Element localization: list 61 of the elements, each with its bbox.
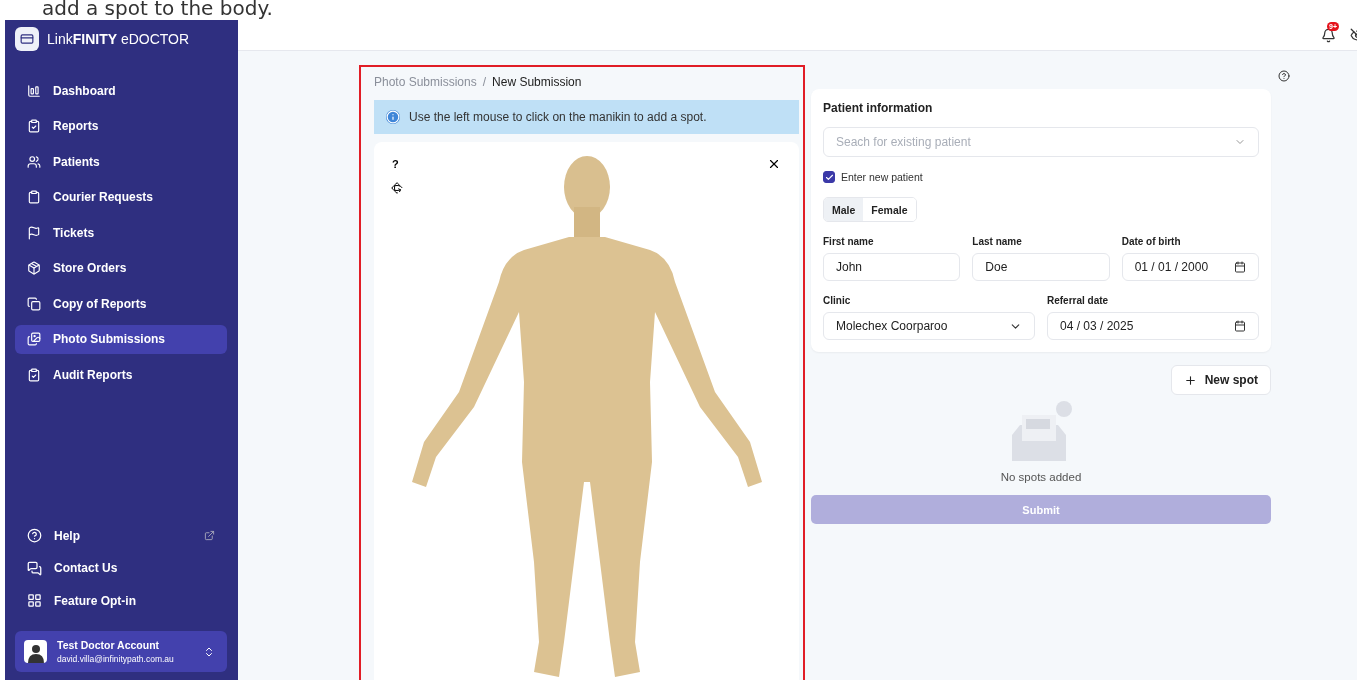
checkbox-label: Enter new patient bbox=[841, 171, 923, 183]
nav-item[interactable]: Contact Us bbox=[15, 555, 227, 581]
clipboard-check-icon bbox=[27, 367, 41, 382]
users-icon bbox=[27, 154, 41, 169]
rotate-icon[interactable] bbox=[391, 182, 403, 194]
copy-icon bbox=[27, 296, 41, 311]
field-label: Referral date bbox=[1047, 295, 1110, 306]
field-label: First name bbox=[823, 236, 875, 247]
logo-text: LinkFINITY eDOCTOR bbox=[47, 31, 190, 47]
avatar-silhouette bbox=[24, 640, 47, 663]
select-field[interactable]: Molechex Coorparoo bbox=[823, 312, 1035, 340]
nav-item[interactable]: Tickets bbox=[15, 218, 227, 247]
nav-item[interactable]: Feature Opt-in bbox=[15, 587, 227, 614]
nav-item[interactable]: Help bbox=[15, 522, 227, 549]
nav-item[interactable]: Copy of Reports bbox=[15, 289, 227, 318]
nav-item[interactable]: Courier Requests bbox=[15, 182, 227, 212]
field-label: Clinic bbox=[823, 295, 852, 306]
nav-item[interactable]: Store Orders bbox=[15, 253, 227, 283]
info-text: Use the left mouse to click on the manikin to add a spot. bbox=[409, 110, 707, 124]
images-icon bbox=[27, 332, 41, 346]
date-field[interactable]: 01 / 01 / 2000 bbox=[1121, 253, 1259, 281]
checkbox[interactable] bbox=[823, 171, 835, 183]
info-icon bbox=[386, 110, 400, 124]
help-icon bbox=[27, 528, 42, 543]
new-spot-button[interactable]: New spot bbox=[1170, 365, 1271, 395]
help-icon[interactable] bbox=[1278, 70, 1290, 82]
account-name: Test Doctor Account bbox=[57, 639, 161, 651]
breadcrumb-separator: / bbox=[482, 75, 487, 89]
logo-icon bbox=[15, 27, 39, 51]
bar-chart-icon bbox=[27, 83, 41, 98]
grid-icon bbox=[27, 593, 42, 608]
plus-icon bbox=[1183, 373, 1197, 387]
clipboard-check-icon bbox=[27, 119, 41, 133]
field-label: Last name bbox=[972, 236, 1023, 247]
close-button[interactable] bbox=[767, 157, 781, 171]
caption-text: add a spot to the body. bbox=[41, 0, 274, 20]
sex-toggle[interactable]: Male bbox=[824, 198, 864, 221]
input-field[interactable]: Doe bbox=[972, 253, 1110, 281]
chat-icon bbox=[27, 560, 42, 576]
calendar-icon[interactable] bbox=[1234, 320, 1246, 332]
package-icon bbox=[27, 261, 41, 275]
external-link-icon bbox=[204, 530, 215, 541]
empty-state-text: No spots added bbox=[1000, 471, 1082, 483]
nav-item[interactable]: Dashboard bbox=[15, 76, 227, 105]
calendar-icon[interactable] bbox=[1234, 261, 1246, 273]
nav-item[interactable]: Patients bbox=[15, 147, 227, 176]
clipboard-icon bbox=[27, 190, 41, 204]
nav-item[interactable]: Audit Reports bbox=[15, 360, 227, 389]
nav-item[interactable]: Photo Submissions bbox=[15, 324, 227, 354]
account-switcher[interactable]: Test Doctor Account david.villa@infinitypath.com.au bbox=[15, 631, 227, 672]
flag-icon bbox=[27, 225, 41, 240]
date-field[interactable]: 04 / 03 / 2025 bbox=[1047, 312, 1259, 340]
help-button[interactable]: ? bbox=[392, 158, 399, 170]
input-field[interactable]: John bbox=[823, 253, 961, 281]
nav-item[interactable]: Reports bbox=[15, 111, 227, 141]
breadcrumb-link[interactable]: New Submission bbox=[492, 75, 582, 89]
card-title: Patient information bbox=[823, 101, 934, 115]
field-label: Date of birth bbox=[1121, 236, 1182, 247]
chevrons-icon bbox=[203, 645, 215, 658]
account-email: david.villa@infinitypath.com.au bbox=[57, 654, 175, 664]
notification-bell-icon[interactable] bbox=[1321, 27, 1336, 43]
